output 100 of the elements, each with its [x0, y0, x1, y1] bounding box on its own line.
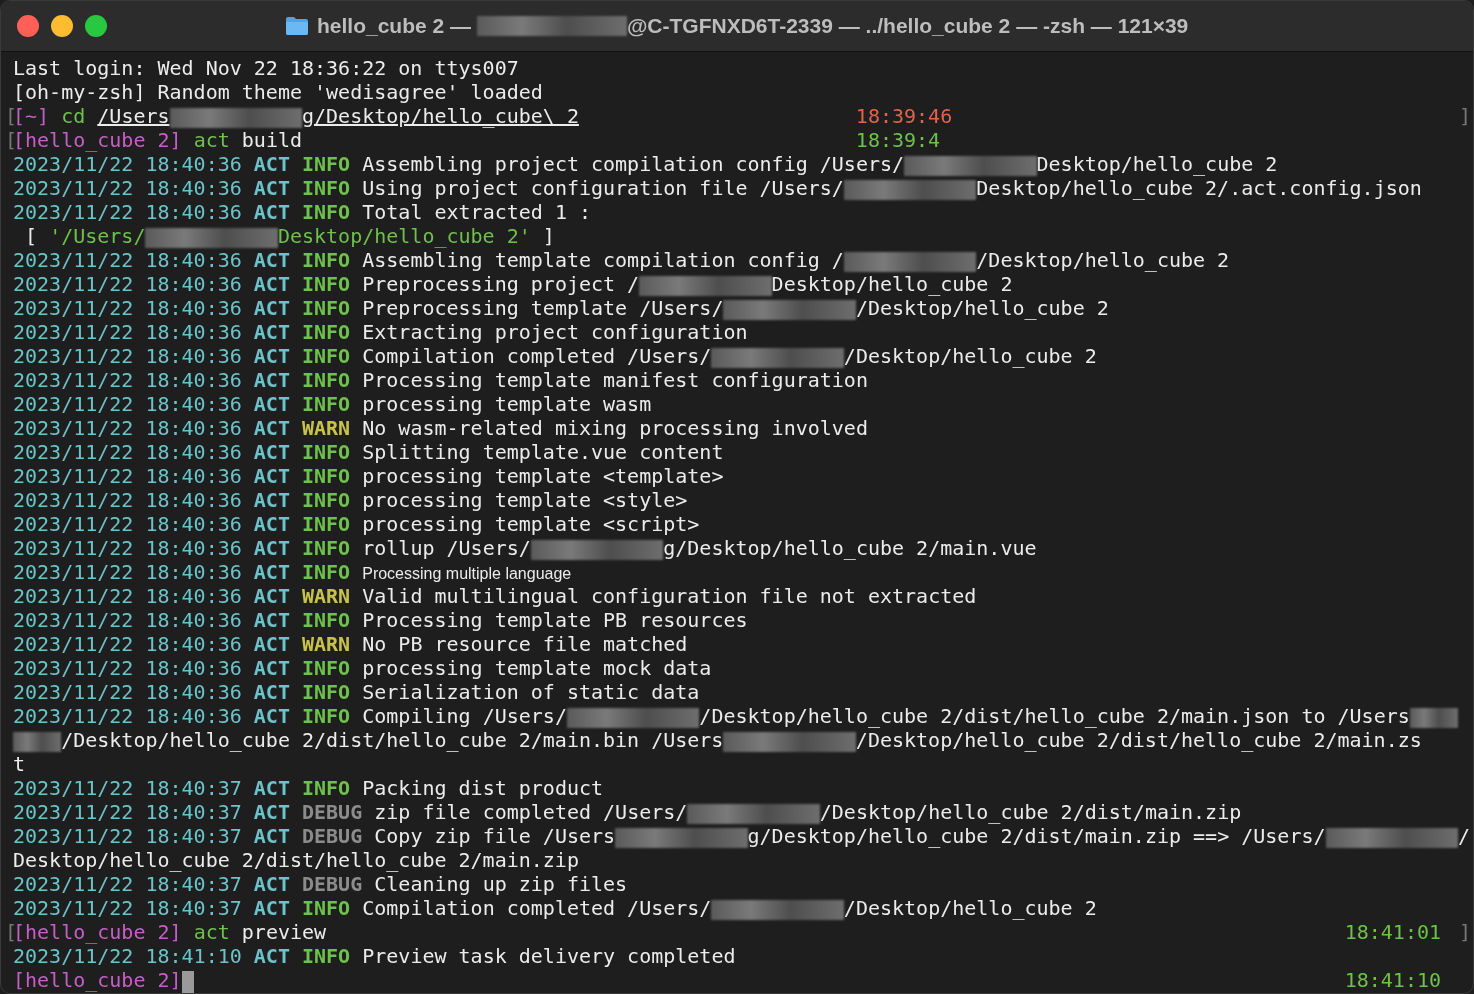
prompt-time: 18:39:46	[855, 104, 953, 128]
zoom-button[interactable]	[85, 15, 107, 37]
log-message: /Desktop/hello_cube 2	[976, 248, 1230, 272]
log-level: INFO	[302, 200, 351, 224]
log-message: /Desktop/hello_cube 2	[843, 896, 1097, 920]
window-title: @C-TGFNXD6T-2339 — ../hello_cube 2 — -zsh — 121×39	[626, 14, 1189, 38]
log-timestamp: 2023/11/22 18:40:36	[13, 272, 242, 296]
prompt-bracket: ]	[1458, 920, 1471, 944]
log-level: INFO	[302, 440, 351, 464]
log-message: rollup /Users/	[362, 536, 531, 560]
log-level: DEBUG	[302, 800, 363, 824]
log-source: ACT	[253, 320, 290, 344]
log-timestamp: 2023/11/22 18:40:36	[13, 200, 242, 224]
log-timestamp: 2023/11/22 18:40:36	[13, 248, 242, 272]
log-source: ACT	[253, 656, 290, 680]
log-source: ACT	[253, 488, 290, 512]
log-source: ACT	[253, 800, 290, 824]
log-source: ACT	[253, 560, 290, 584]
log-timestamp: 2023/11/22 18:40:36	[13, 584, 242, 608]
log-level: INFO	[302, 152, 351, 176]
log-level: DEBUG	[302, 872, 363, 896]
log-level: INFO	[302, 488, 351, 512]
output-text: Desktop/hello_cube 2/dist/hello_cube 2/main.zip	[13, 848, 579, 872]
output-text: Last login: Wed Nov 22 18:36:22 on ttys007	[13, 56, 519, 80]
output-text: [oh-my-zsh] Random theme 'wedisagree' loaded	[13, 80, 543, 104]
log-level: INFO	[302, 512, 351, 536]
log-source: ACT	[253, 896, 290, 920]
log-message: Preview task delivery completed	[362, 944, 736, 968]
log-level: INFO	[302, 248, 351, 272]
log-source: ACT	[253, 272, 290, 296]
close-button[interactable]	[17, 15, 39, 37]
log-message: No wasm-related mixing processing involved	[362, 416, 868, 440]
output-text: '/Users/	[49, 224, 146, 248]
log-level: INFO	[302, 176, 351, 200]
log-message: /Desktop/hello_cube 2/dist/main.zip	[819, 800, 1242, 824]
log-message: Assembling template compilation config /	[362, 248, 844, 272]
log-timestamp: 2023/11/22 18:40:37	[13, 800, 242, 824]
log-level: DEBUG	[302, 824, 363, 848]
log-message: Using project configuration file /Users/	[362, 176, 844, 200]
prompt-time: 18:41:01	[1344, 920, 1441, 944]
output-text: Desktop/hello_cube 2'	[277, 224, 531, 248]
command-argument: g/Desktop/hello_cube\ 2	[302, 104, 579, 128]
log-source: ACT	[253, 536, 290, 560]
log-source: ACT	[253, 776, 290, 800]
log-timestamp: 2023/11/22 18:40:37	[13, 776, 242, 800]
log-timestamp: 2023/11/22 18:41:10	[13, 944, 242, 968]
log-level: INFO	[302, 296, 351, 320]
window-title: hello_cube 2 —	[317, 14, 473, 38]
log-source: ACT	[253, 944, 290, 968]
log-source: ACT	[253, 824, 290, 848]
log-level: INFO	[302, 320, 351, 344]
log-message: Total extracted 1 :	[362, 200, 591, 224]
log-timestamp: 2023/11/22 18:40:36	[13, 560, 242, 584]
log-level: WARN	[302, 416, 351, 440]
log-message: Assembling project compilation config /Users/	[362, 152, 905, 176]
log-level: INFO	[302, 944, 351, 968]
command-argument: build	[241, 128, 302, 152]
command-argument: /Users	[97, 104, 170, 128]
log-source: ACT	[253, 200, 290, 224]
log-source: ACT	[253, 368, 290, 392]
log-source: ACT	[253, 872, 290, 896]
log-message: Processing template manifest configuration	[362, 368, 868, 392]
log-message: Compilation completed /Users/	[362, 344, 712, 368]
log-level: INFO	[302, 344, 351, 368]
log-timestamp: 2023/11/22 18:40:36	[13, 632, 242, 656]
log-message: processing template <style>	[362, 488, 688, 512]
log-timestamp: 2023/11/22 18:40:37	[13, 896, 242, 920]
log-message: /Desktop/hello_cube 2/dist/hello_cube 2/main.json to /Users	[699, 704, 1410, 728]
output-text: /Desktop/hello_cube 2/dist/hello_cube 2/main.zs	[855, 728, 1422, 752]
log-source: ACT	[253, 440, 290, 464]
prompt-directory: [hello_cube 2]	[13, 968, 182, 992]
log-source: ACT	[253, 152, 290, 176]
log-source: ACT	[253, 584, 290, 608]
log-level: INFO	[302, 896, 351, 920]
output-text: [	[24, 224, 39, 248]
log-message: Processing template PB resources	[362, 608, 748, 632]
log-level: INFO	[302, 368, 351, 392]
log-message: processing template wasm	[362, 392, 652, 416]
log-timestamp: 2023/11/22 18:40:36	[13, 536, 242, 560]
prompt-time: 18:41:10	[1344, 968, 1441, 992]
log-message: Compiling /Users/	[362, 704, 567, 728]
log-timestamp: 2023/11/22 18:40:37	[13, 824, 242, 848]
prompt-time: 18:39:4	[855, 128, 941, 152]
log-timestamp: 2023/11/22 18:40:37	[13, 872, 242, 896]
log-message: Preprocessing template /Users/	[362, 296, 724, 320]
command-name: cd	[61, 104, 86, 128]
command-name: act	[193, 920, 230, 944]
log-message: processing template <template>	[362, 464, 724, 488]
log-message: Compilation completed /Users/	[362, 896, 712, 920]
log-timestamp: 2023/11/22 18:40:36	[13, 512, 242, 536]
output-text: t	[13, 752, 26, 776]
redacted-block	[1409, 707, 1458, 728]
minimize-button[interactable]	[51, 15, 73, 37]
log-source: ACT	[253, 296, 290, 320]
log-timestamp: 2023/11/22 18:40:36	[13, 152, 242, 176]
log-source: ACT	[253, 176, 290, 200]
log-level: INFO	[302, 656, 351, 680]
output-text: ]	[541, 224, 555, 248]
log-source: ACT	[253, 632, 290, 656]
log-message: Preprocessing project /	[362, 272, 640, 296]
